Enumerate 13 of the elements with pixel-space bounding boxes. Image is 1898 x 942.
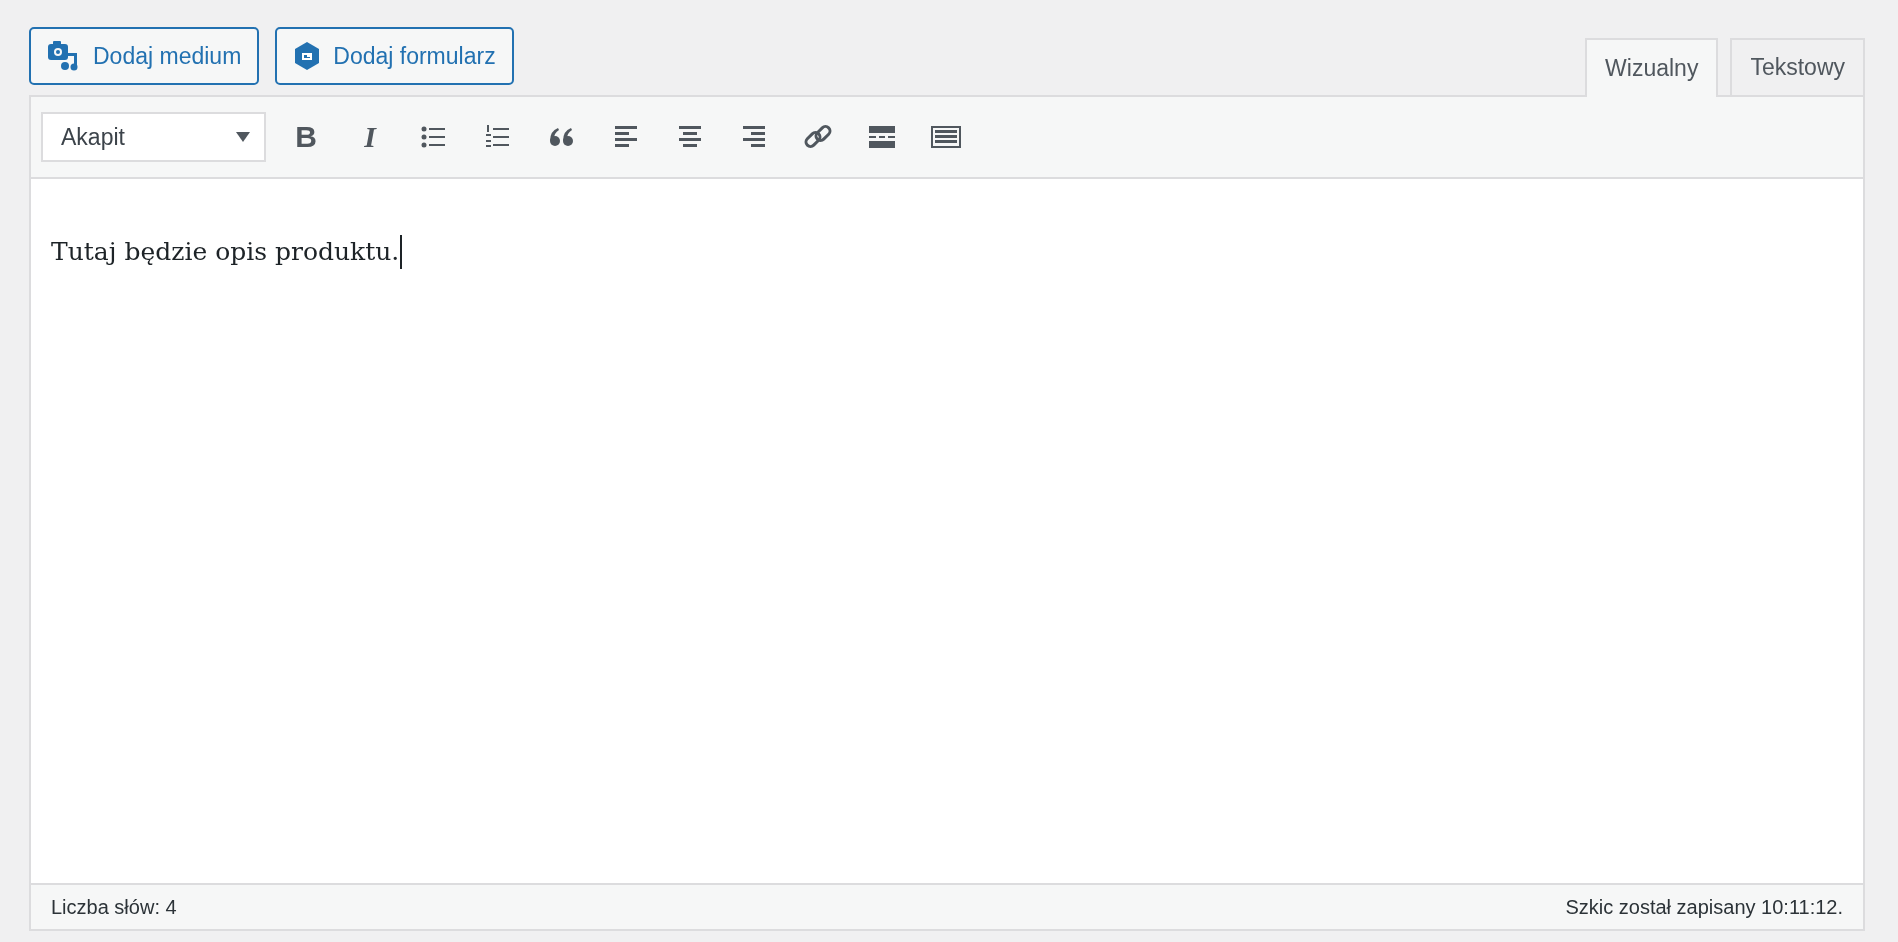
italic-button[interactable]: I [352, 119, 388, 155]
autosave-status: Szkic został zapisany 10:11:12. [1565, 895, 1843, 919]
editor-tab[interactable]: Tekstowy [1730, 38, 1865, 95]
editor-text: Tutaj będzie opis produktu. [51, 236, 400, 268]
add-media-button[interactable]: Dodaj formularz [275, 27, 514, 85]
word-count: Liczba słów: 4 [51, 895, 177, 919]
bold-button[interactable]: B [288, 119, 324, 155]
hexagon-logo-icon [293, 41, 322, 71]
dropdown-arrow-icon [236, 132, 250, 142]
format-select[interactable]: Akapit [41, 112, 266, 162]
text-cursor [400, 235, 403, 269]
editor-tab[interactable]: Wizualny [1585, 38, 1719, 97]
add-media-button[interactable]: Dodaj medium [29, 27, 260, 85]
